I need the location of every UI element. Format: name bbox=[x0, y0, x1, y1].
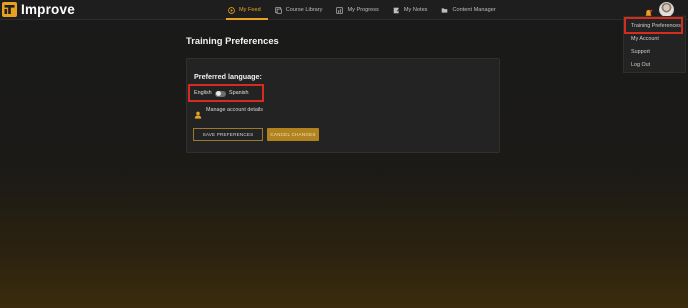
main-nav: My Feed Course Library My Progress My No… bbox=[228, 0, 510, 20]
language-option-english: English bbox=[194, 90, 212, 96]
nav-item-content-manager[interactable]: Content Manager bbox=[441, 0, 496, 20]
user-icon bbox=[194, 106, 202, 119]
menu-item-log-out[interactable]: Log Out bbox=[631, 62, 650, 68]
nav-item-label: My Progress bbox=[347, 7, 379, 13]
app-name: Improve bbox=[21, 2, 75, 17]
page-title: Training Preferences bbox=[186, 35, 279, 46]
toggle-knob bbox=[215, 91, 221, 96]
menu-item-my-account[interactable]: My Account bbox=[631, 36, 659, 42]
play-circle-icon bbox=[228, 6, 235, 14]
nav-item-label: My Feed bbox=[239, 7, 261, 13]
save-preferences-button[interactable]: SAVE PREFERENCES bbox=[193, 128, 263, 141]
app-logo[interactable]: Improve bbox=[2, 2, 75, 17]
chevron-down-icon[interactable] bbox=[678, 7, 684, 20]
folder-icon bbox=[441, 7, 448, 14]
library-icon bbox=[275, 6, 282, 14]
nav-item-my-progress[interactable]: My Progress bbox=[336, 0, 379, 20]
nav-item-my-feed[interactable]: My Feed bbox=[228, 0, 261, 20]
nav-item-my-notes[interactable]: My Notes bbox=[393, 0, 428, 20]
cancel-changes-button[interactable]: CANCEL CHANGES bbox=[267, 128, 319, 141]
highlight-box-training-preferences bbox=[624, 17, 683, 34]
preferred-language-label: Preferred language: bbox=[194, 72, 262, 81]
language-toggle-switch[interactable] bbox=[215, 90, 226, 97]
nav-item-label: Course Library bbox=[285, 7, 323, 13]
notes-icon bbox=[393, 7, 400, 14]
menu-item-support[interactable]: Support bbox=[631, 49, 650, 55]
top-navigation-bar: Improve My Feed Course Library My Progre… bbox=[0, 0, 688, 20]
user-avatar[interactable] bbox=[659, 2, 674, 17]
improve-logo-icon bbox=[2, 2, 17, 17]
nav-item-label: My Notes bbox=[403, 7, 428, 13]
nav-item-label: Content Manager bbox=[452, 7, 496, 13]
active-tab-indicator bbox=[226, 18, 268, 20]
manage-account-details-link[interactable]: Manage account details bbox=[206, 107, 263, 113]
progress-icon bbox=[336, 6, 344, 14]
nav-item-course-library[interactable]: Course Library bbox=[275, 0, 323, 20]
language-option-spanish: Spanish bbox=[229, 90, 249, 96]
notification-bell-icon[interactable] bbox=[644, 5, 653, 18]
